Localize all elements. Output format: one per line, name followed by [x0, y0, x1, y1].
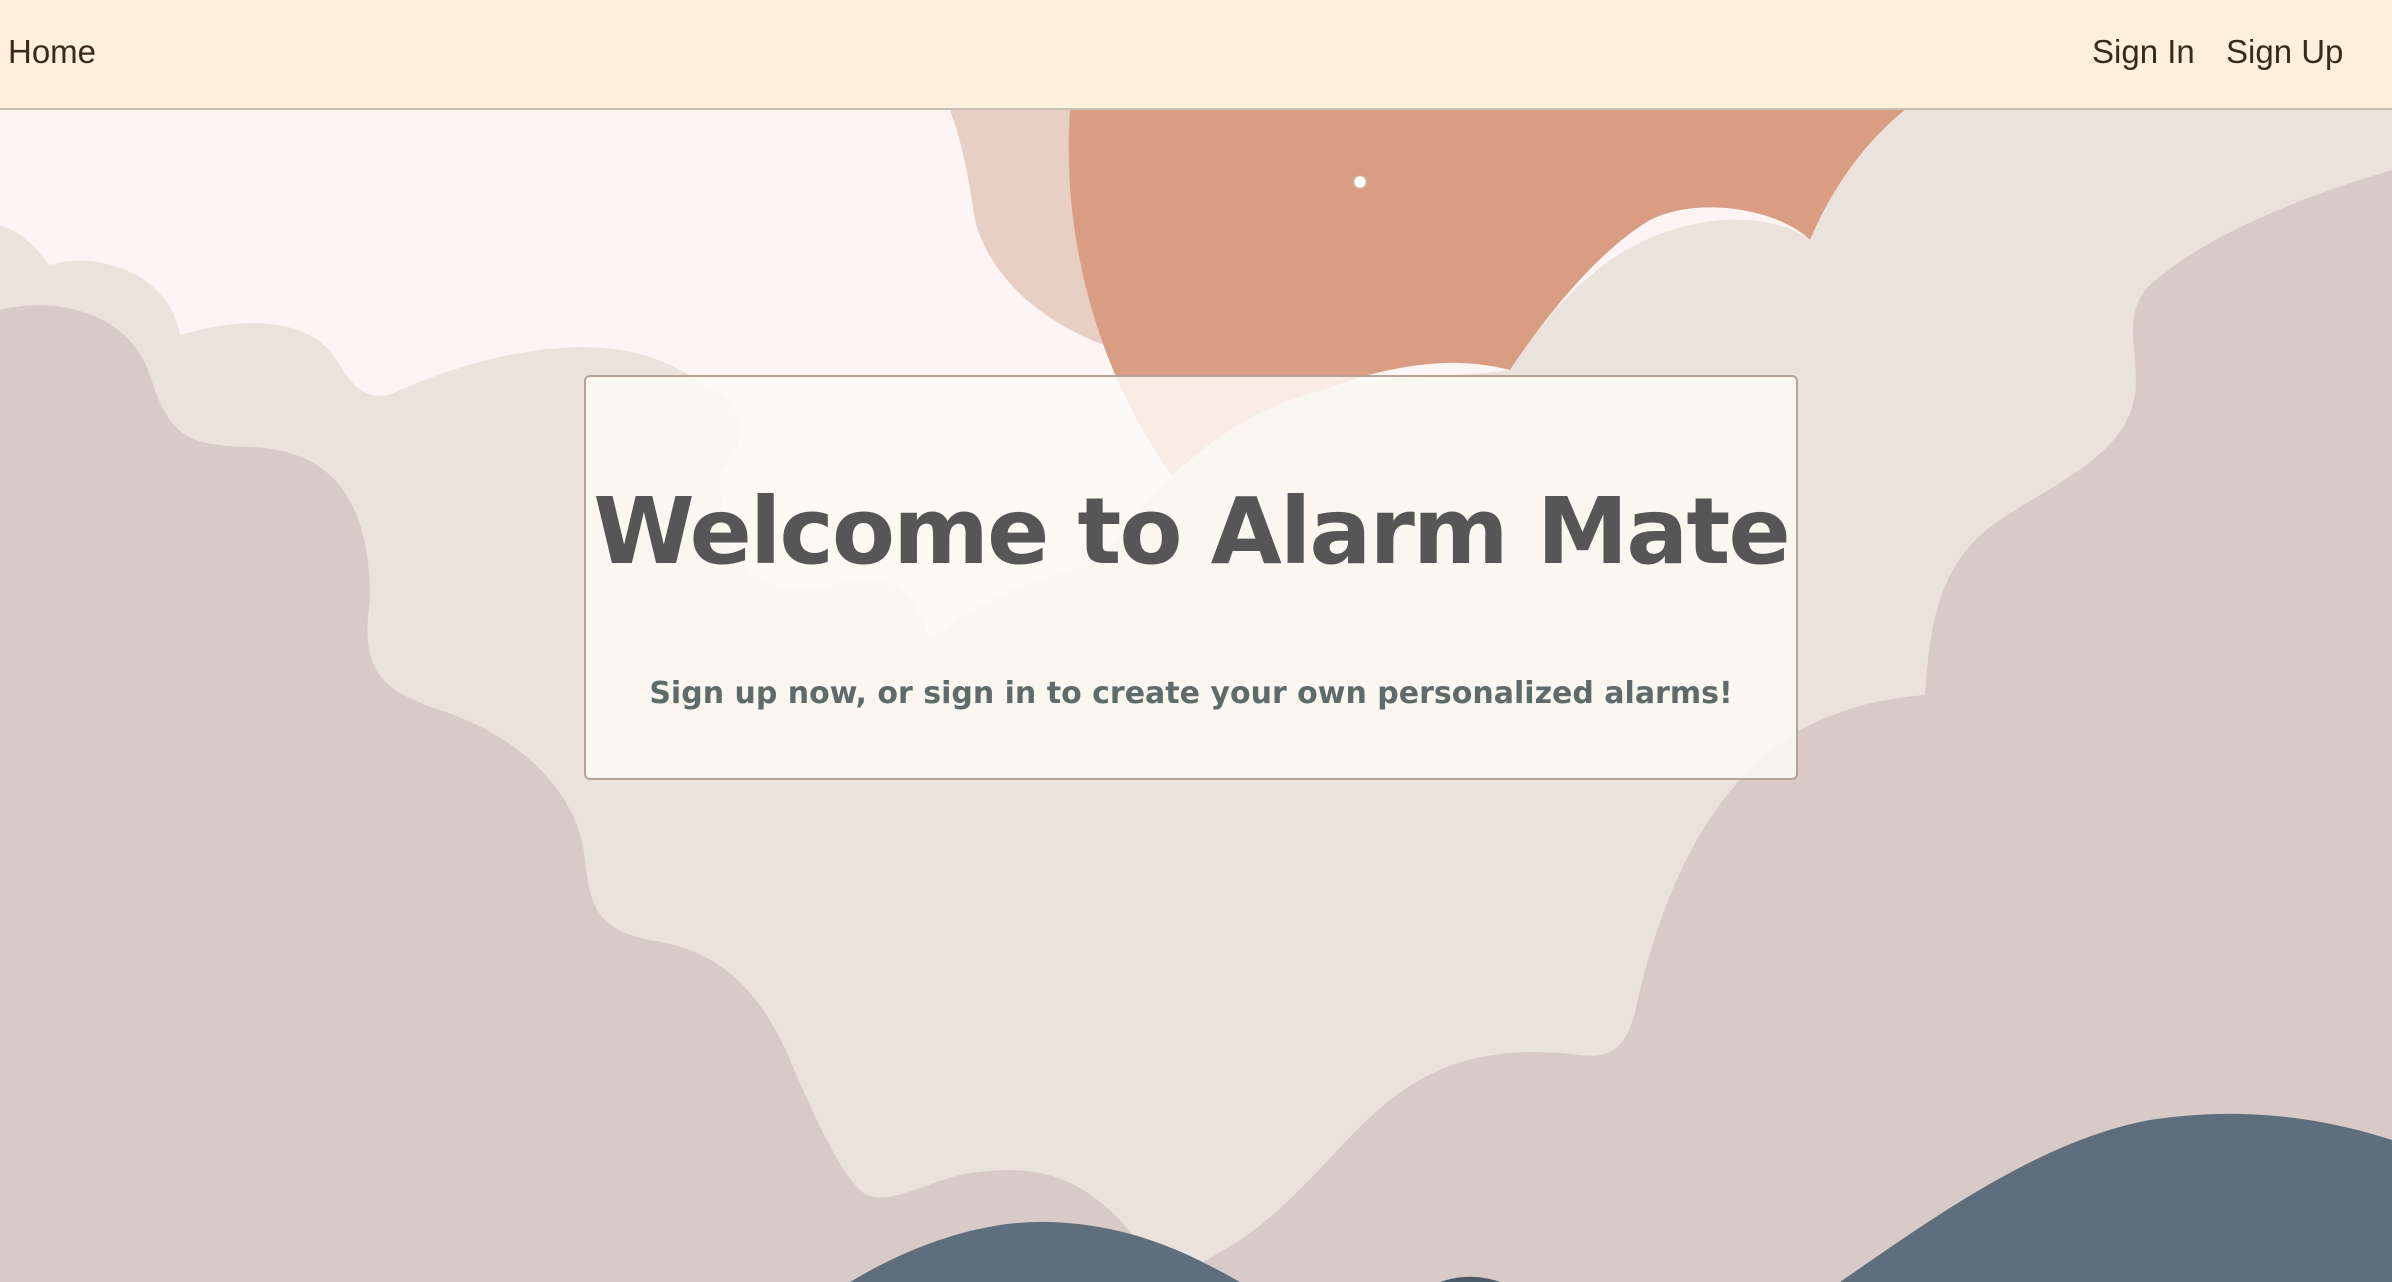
page-title: Welcome to Alarm Mate	[593, 478, 1790, 585]
top-navbar: Home Sign In Sign Up	[0, 0, 2392, 110]
nav-sign-in-link[interactable]: Sign In	[2092, 30, 2195, 74]
welcome-card: Welcome to Alarm Mate Sign up now, or si…	[584, 375, 1798, 780]
page-subtitle: Sign up now, or sign in to create your o…	[649, 676, 1733, 711]
cursor-dot	[1353, 175, 1367, 189]
nav-home-link[interactable]: Home	[8, 30, 96, 74]
nav-sign-up-link[interactable]: Sign Up	[2226, 30, 2343, 74]
